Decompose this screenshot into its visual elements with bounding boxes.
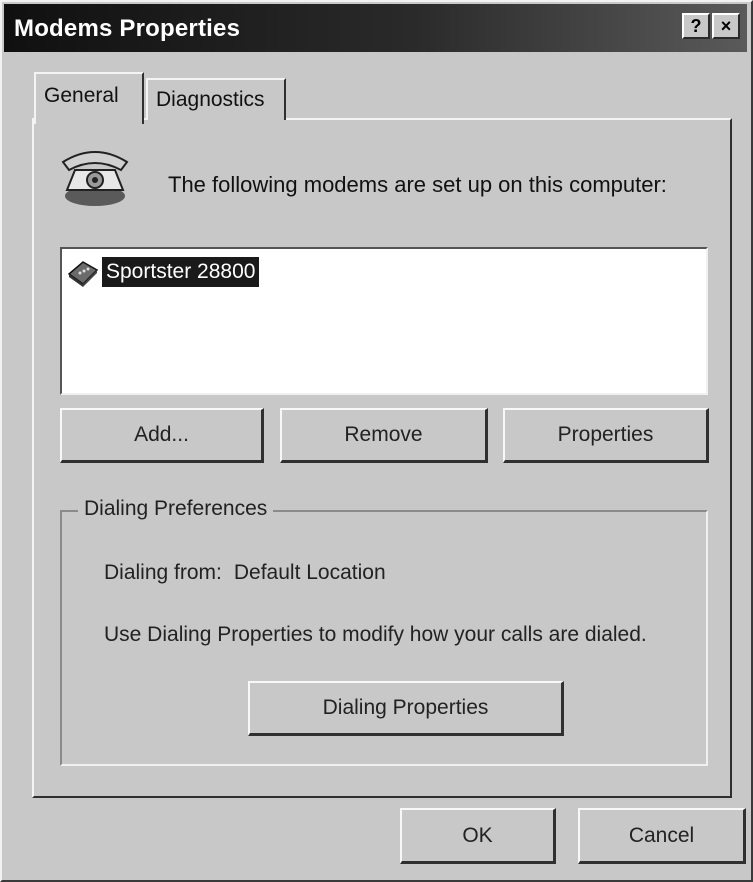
close-icon: × bbox=[720, 16, 732, 36]
cancel-button-label: Cancel bbox=[628, 823, 695, 847]
modem-list[interactable]: Sportster 28800 bbox=[60, 247, 708, 395]
add-button[interactable]: Add... bbox=[60, 408, 264, 463]
tab-general-label: General bbox=[44, 84, 119, 107]
list-item-sportster[interactable]: Sportster 28800 bbox=[66, 255, 260, 289]
dialing-properties-button[interactable]: Dialing Properties bbox=[248, 681, 564, 736]
tab-general[interactable]: General bbox=[34, 72, 144, 124]
remove-button[interactable]: Remove bbox=[280, 408, 488, 463]
modem-name: Sportster 28800 bbox=[102, 257, 260, 287]
modem-properties-button[interactable]: Properties bbox=[503, 408, 709, 463]
modem-properties-button-label: Properties bbox=[557, 423, 654, 446]
remove-button-label: Remove bbox=[344, 423, 423, 446]
help-icon: ? bbox=[690, 16, 702, 36]
intro-text: The following modems are set up on this … bbox=[168, 172, 667, 197]
title-bar[interactable]: Modems Properties ? × bbox=[4, 4, 747, 52]
tab-diagnostics-label: Diagnostics bbox=[156, 88, 265, 111]
dialing-help-text: Use Dialing Properties to modify how you… bbox=[104, 623, 647, 646]
help-button[interactable]: ? bbox=[682, 13, 710, 39]
ok-button[interactable]: OK bbox=[400, 808, 556, 864]
ok-button-label: OK bbox=[462, 823, 493, 847]
add-button-label: Add... bbox=[134, 423, 189, 446]
modem-icon bbox=[67, 261, 99, 287]
dialing-from-row: Dialing from: Default Location bbox=[104, 561, 386, 585]
cancel-button[interactable]: Cancel bbox=[578, 808, 746, 864]
dialing-preferences-label: Dialing Preferences bbox=[78, 497, 274, 521]
tab-diagnostics[interactable]: Diagnostics bbox=[146, 78, 286, 120]
close-button[interactable]: × bbox=[712, 13, 740, 39]
window-title: Modems Properties bbox=[14, 15, 241, 42]
telephone-icon bbox=[61, 151, 129, 206]
dialing-properties-button-label: Dialing Properties bbox=[322, 696, 489, 719]
dialing-from-label: Dialing from: bbox=[104, 561, 222, 584]
dialing-from-value: Default Location bbox=[233, 561, 386, 584]
